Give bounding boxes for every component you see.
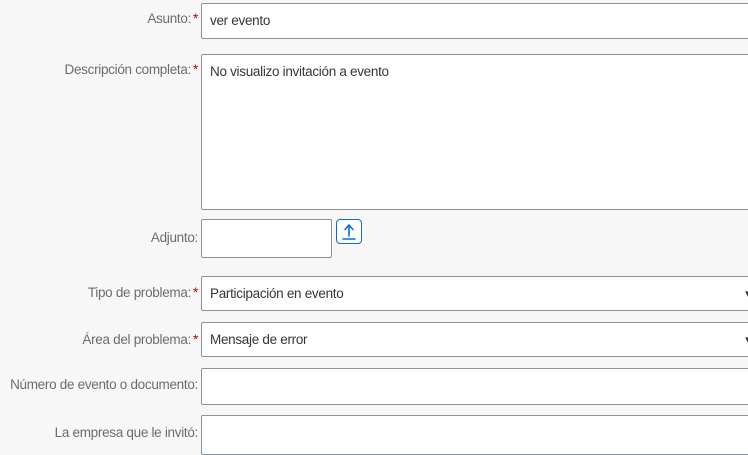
chevron-down-icon[interactable]: ▼: [743, 323, 748, 356]
descripcion-label-text: Descripción completa:: [64, 62, 192, 77]
chevron-down-icon[interactable]: ▼: [743, 277, 748, 310]
empresa-input[interactable]: [201, 415, 748, 455]
required-marker: *: [193, 332, 198, 347]
tipo-problema-value: Participación en evento: [210, 286, 344, 301]
required-marker: *: [193, 62, 198, 77]
descripcion-textarea[interactable]: No visualizo invitación a evento: [201, 54, 748, 210]
area-problema-label-text: Área del problema:: [82, 332, 192, 347]
upload-icon: [342, 224, 356, 240]
asunto-value: ver evento: [210, 13, 271, 28]
asunto-label-text: Asunto:: [147, 11, 192, 26]
tipo-problema-select[interactable]: Participación en evento ▼: [201, 276, 748, 311]
adjunto-label: Adjunto:: [151, 230, 198, 245]
area-problema-value: Mensaje de error: [210, 332, 308, 347]
tipo-problema-label: Tipo de problema: *: [88, 285, 198, 300]
adjunto-label-text: Adjunto:: [150, 230, 198, 245]
adjunto-file-input[interactable]: [201, 219, 332, 258]
descripcion-label: Descripción completa: *: [64, 62, 199, 77]
descripcion-value: No visualizo invitación a evento: [210, 64, 389, 79]
required-marker: *: [193, 11, 198, 26]
numero-evento-label: Número de evento o documento:: [10, 377, 198, 392]
asunto-input[interactable]: ver evento: [201, 3, 748, 39]
upload-button[interactable]: [336, 219, 362, 244]
numero-evento-input[interactable]: [201, 368, 748, 405]
numero-evento-label-text: Número de evento o documento:: [10, 377, 198, 392]
empresa-label: La empresa que le invitó:: [54, 425, 199, 440]
required-marker: *: [193, 285, 198, 300]
empresa-label-text: La empresa que le invitó:: [54, 425, 199, 440]
area-problema-select[interactable]: Mensaje de error ▼: [201, 322, 748, 357]
tipo-problema-label-text: Tipo de problema:: [87, 285, 192, 300]
area-problema-label: Área del problema: *: [82, 332, 198, 347]
asunto-label: Asunto: *: [147, 11, 198, 26]
